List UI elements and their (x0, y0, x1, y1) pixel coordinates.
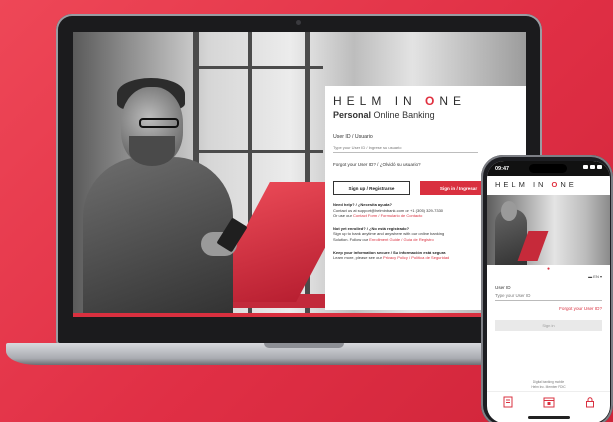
mobile-hero-photo (487, 195, 610, 265)
mobile-footer: Digital banking mobile Helm Inc. Member … (531, 380, 566, 389)
lock-icon[interactable] (584, 396, 596, 408)
page-subtitle: Personal Online Banking (333, 110, 435, 120)
home-indicator (528, 416, 570, 419)
webcam-icon (296, 20, 301, 25)
document-icon[interactable] (502, 396, 514, 408)
chevron-down-icon: ▾ (599, 274, 602, 279)
status-bar: 09:47 (487, 161, 610, 176)
phone-frame: 09:47 HELM IN ONE ● ▬ EN ▾ User ID Forgo… (481, 155, 613, 422)
mobile-brand-logo: HELM IN ONE (495, 180, 577, 189)
privacy-policy-link[interactable]: Privacy Policy / Política de Seguridad (383, 255, 449, 260)
userid-label: User ID / Usuario (333, 134, 373, 140)
mobile-userid-input[interactable] (495, 292, 602, 301)
calendar-icon[interactable] (543, 396, 555, 408)
userid-input[interactable] (333, 144, 478, 153)
contact-form-link[interactable]: Contact Form / Formulario de Contacto (353, 213, 422, 218)
mobile-forgot-userid-link[interactable]: Forgot your User ID? (487, 301, 610, 311)
language-selector[interactable]: ▬ EN ▾ (487, 272, 610, 279)
brand-logo: HELM IN ONE (333, 94, 467, 108)
phone-screen: 09:47 HELM IN ONE ● ▬ EN ▾ User ID Forgo… (487, 161, 610, 422)
status-time: 09:47 (495, 165, 510, 172)
accent-bar (73, 313, 526, 317)
dynamic-island (529, 164, 567, 173)
laptop-screen: HELM IN ONE Personal Online Banking User… (73, 32, 526, 317)
mobile-userid-label: User ID (495, 285, 511, 290)
signal-icon (583, 165, 602, 169)
mobile-signin-button[interactable]: Sign in (495, 320, 602, 331)
signup-button[interactable]: Sign up / Registrarse (333, 181, 410, 195)
enrollment-guide-link[interactable]: Enrollment Guide / Guía de Registro (369, 237, 433, 242)
flag-icon: ▬ (588, 274, 593, 279)
mobile-tab-bar (487, 391, 610, 411)
